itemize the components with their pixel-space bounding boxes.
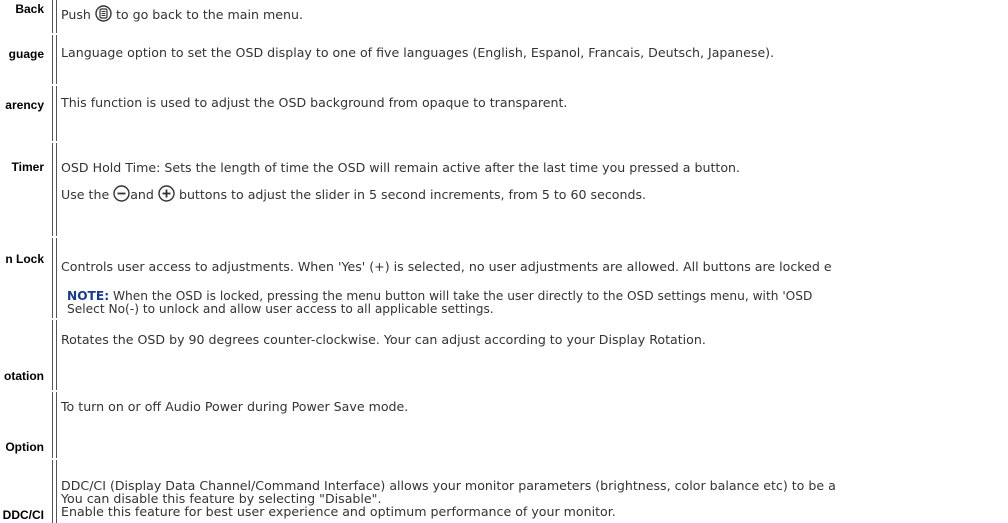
row-label-timer: Timer [11, 160, 44, 174]
row-label-lock: n Lock [5, 252, 44, 266]
row-label-back: Back [15, 2, 44, 16]
row-label-language: guage [8, 47, 44, 61]
row-text-transparency: This function is used to adjust the OSD … [61, 95, 568, 110]
row-text-rotation: Rotates the OSD by 90 degrees counter-cl… [61, 332, 706, 347]
row-timer: Timer OSD Hold Time: Sets the length of … [0, 143, 1008, 236]
row-transparency: arency This function is used to adjust t… [0, 86, 1008, 141]
note-line2: Select No(-) to unlock and allow user ac… [67, 302, 494, 316]
lock-note: NOTE: When the OSD is locked, pressing t… [67, 290, 812, 316]
timer-text-mid: and [130, 187, 154, 202]
row-back: Back Push to go back to the main menu. [0, 0, 1008, 33]
row-text-timer-line2: Use the and buttons to adjust the slider… [61, 185, 646, 205]
row-rotation: otation Rotates the OSD by 90 degrees co… [0, 320, 1008, 390]
row-text-timer-line1: OSD Hold Time: Sets the length of time t… [61, 160, 741, 175]
column-separator [52, 86, 57, 141]
row-label-rotation: otation [4, 369, 44, 383]
row-text-back: Push to go back to the main menu. [61, 5, 303, 25]
column-separator [52, 320, 57, 390]
row-label-transparency: arency [5, 98, 44, 112]
row-label-ddcci: DDC/CI [2, 508, 44, 522]
row-ddcci: DDC/CI DDC/CI (Display Data Channel/Comm… [0, 460, 1008, 523]
ddcci-line3: Enable this feature for best user experi… [61, 504, 616, 519]
column-separator [52, 238, 57, 318]
column-separator [52, 0, 57, 33]
row-text-audio: To turn on or off Audio Power during Pow… [61, 399, 409, 414]
row-audio: Option To turn on or off Audio Power dur… [0, 392, 1008, 458]
row-text-lock: Controls user access to adjustments. Whe… [61, 259, 832, 274]
menu-button-icon [95, 5, 112, 25]
timer-text-post: buttons to adjust the slider in 5 second… [178, 187, 647, 202]
back-text-post: to go back to the main menu. [115, 7, 303, 22]
row-text-ddcci: DDC/CI (Display Data Channel/Command Int… [61, 479, 836, 518]
note-label: NOTE: [67, 289, 110, 303]
column-separator [52, 143, 57, 236]
row-lock: n Lock Controls user access to adjustmen… [0, 238, 1008, 318]
column-separator [52, 392, 57, 458]
plus-button-icon [158, 185, 175, 205]
row-text-language: Language option to set the OSD display t… [61, 45, 775, 60]
minus-button-icon [113, 185, 130, 205]
timer-text-pre: Use the [61, 187, 110, 202]
row-language: guage Language option to set the OSD dis… [0, 35, 1008, 84]
row-label-audio: Option [5, 440, 44, 454]
column-separator [52, 35, 57, 84]
back-text-pre: Push [61, 7, 91, 22]
column-separator [52, 460, 57, 523]
note-text: When the OSD is locked, pressing the men… [109, 289, 813, 303]
